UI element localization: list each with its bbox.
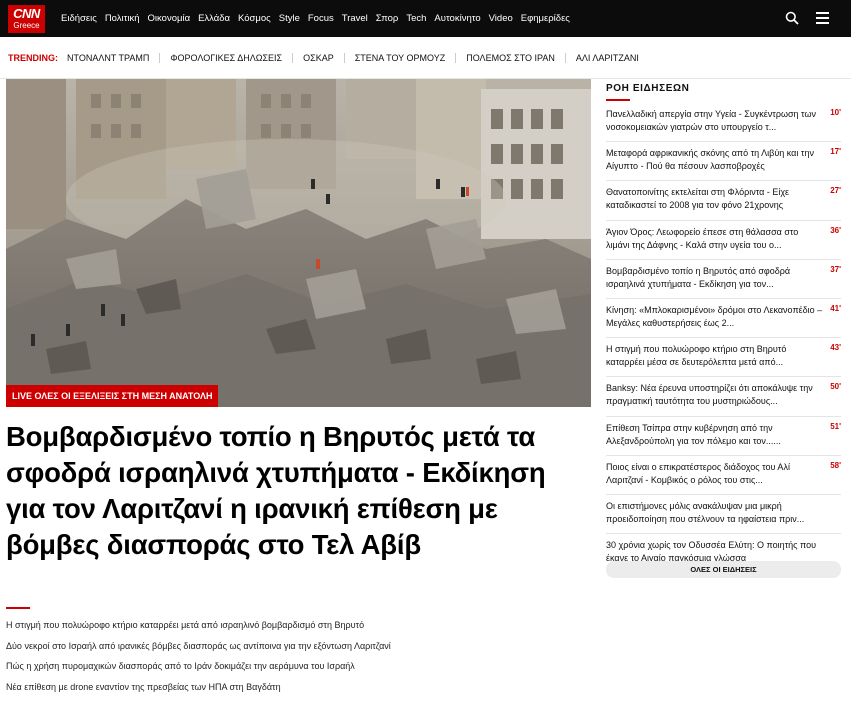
nav-item-focus[interactable]: Focus (308, 13, 334, 24)
trending-list: ΝΤΟΝΑΛΝΤ ΤΡΑΜΠ ΦΟΡΟΛΟΓΙΚΕΣ ΔΗΛΩΣΕΙΣ ΟΣΚΑ… (67, 53, 639, 63)
news-feed-item-text: Κίνηση: «Μπλοκαρισμένοι» δρόμοι στο Λεκα… (606, 304, 823, 328)
logo-main-text: CNN (13, 6, 40, 21)
trending-item-oscars[interactable]: ΟΣΚΑΡ (303, 53, 334, 63)
trending-divider (455, 53, 457, 63)
trending-divider (292, 53, 294, 63)
all-news-button[interactable]: ΟΛΕΣ ΟΙ ΕΙΔΗΣΕΙΣ (606, 561, 841, 578)
news-feed-item-time: 58' (830, 460, 841, 470)
news-feed-item[interactable]: Οι επιστήμονες μόλις ανακάλυψαν μια μικρ… (606, 495, 841, 535)
live-updates-badge[interactable]: LIVE ΟΛΕΣ ΟΙ ΕΞΕΛΙΞΕΙΣ ΣΤΗ ΜΕΣΗ ΑΝΑΤΟΛΗ (6, 385, 219, 407)
trending-divider (159, 53, 161, 63)
trending-divider (343, 53, 345, 63)
news-feed-item[interactable]: Κίνηση: «Μπλοκαρισμένοι» δρόμοι στο Λεκα… (606, 299, 841, 339)
nav-item-kosmos[interactable]: Κόσμος (238, 13, 271, 24)
news-feed-list: Πανελλαδική απεργία στην Υγεία - Συγκέντ… (606, 103, 841, 573)
trending-item-tax-returns[interactable]: ΦΟΡΟΛΟΓΙΚΕΣ ΔΗΛΩΣΕΙΣ (170, 53, 282, 63)
nav-item-oikonomia[interactable]: Οικονομία (148, 13, 191, 24)
nav-item-ellada[interactable]: Ελλάδα (198, 13, 230, 24)
headline-accent-rule (6, 607, 30, 609)
nav-item-politiki[interactable]: Πολιτική (105, 13, 140, 24)
news-feed-item-time: 36' (830, 225, 841, 235)
nav-item-eidiseis[interactable]: Ειδήσεις (61, 13, 97, 24)
news-feed-item[interactable]: Πανελλαδική απεργία στην Υγεία - Συγκέντ… (606, 103, 841, 143)
trending-item-iran-war[interactable]: ΠΟΛΕΜΟΣ ΣΤΟ ΙΡΑΝ (466, 53, 555, 63)
news-feed-item-text: Άγιον Όρος: Λεωφορείο έπεσε στη θάλασσα … (606, 226, 799, 250)
news-feed-item-time: 17' (830, 147, 841, 157)
nav-item-spor[interactable]: Σπορ (376, 13, 399, 24)
news-feed-item-time: 41' (830, 303, 841, 313)
news-feed-item-time: 43' (830, 343, 841, 353)
news-feed-item[interactable]: Ποιος είναι ο επικρατέστερος διάδοχος το… (606, 456, 841, 495)
trending-item-larijani[interactable]: ΑΛΙ ΛΑΡΙΤΖΑΝΙ (576, 53, 639, 63)
news-feed-item-text: Θανατοποινίτης εκτελείται στη Φλόριντα -… (606, 187, 790, 211)
news-feed-item-time: 50' (830, 382, 841, 392)
nav-item-style[interactable]: Style (279, 13, 300, 24)
news-feed-item[interactable]: Επίθεση Τσίπρα στην κυβέρνηση από την Αλ… (606, 417, 841, 456)
news-feed-item-text: Ποιος είναι ο επικρατέστερος διάδοχος το… (606, 461, 790, 485)
nav-item-video[interactable]: Video (489, 13, 513, 24)
nav-item-travel[interactable]: Travel (342, 13, 368, 24)
cnn-greece-logo[interactable]: CNN Greece (8, 5, 45, 33)
trending-item-hormuz[interactable]: ΣΤΕΝΑ ΤΟΥ ΟΡΜΟΥΖ (355, 53, 446, 63)
news-feed-title: ΡΟΗ ΕΙΔΗΣΕΩΝ (606, 83, 690, 94)
hamburger-menu-icon[interactable] (816, 12, 829, 24)
news-feed-item[interactable]: Banksy: Νέα έρευνα υποστηρίζει ότι αποκά… (606, 377, 841, 417)
related-link[interactable]: Η στιγμή που πολυώροφο κτήριο καταρρέει … (6, 619, 591, 640)
trending-item-trump[interactable]: ΝΤΟΝΑΛΝΤ ΤΡΑΜΠ (67, 53, 149, 63)
related-link[interactable]: Νέα επίθεση με drone εναντίον της πρεσβε… (6, 681, 591, 702)
news-feed-item-text: Μεταφορά αφρικανικής σκόνης από τη Λιβύη… (606, 148, 814, 172)
news-feed-item[interactable]: Θανατοποινίτης εκτελείται στη Φλόριντα -… (606, 181, 841, 221)
related-link[interactable]: Δύο νεκροί στο Ισραήλ από ιρανικές βόμβε… (6, 640, 591, 661)
news-feed-item-text: Banksy: Νέα έρευνα υποστηρίζει ότι αποκά… (606, 383, 813, 407)
trending-bar: TRENDING: ΝΤΟΝΑΛΝΤ ΤΡΑΜΠ ΦΟΡΟΛΟΓΙΚΕΣ ΔΗΛ… (0, 37, 851, 79)
search-icon[interactable] (785, 11, 799, 25)
news-feed-item-text: Οι επιστήμονες μόλις ανακάλυψαν μια μικρ… (606, 500, 805, 524)
news-feed-item-text: Πανελλαδική απεργία στην Υγεία - Συγκέντ… (606, 109, 816, 132)
news-feed-item-time: 51' (830, 421, 841, 431)
logo-sub-text: Greece (13, 21, 40, 30)
section-nav: Ειδήσεις Πολιτική Οικονομία Ελλάδα Κόσμο… (61, 0, 570, 37)
news-feed-item[interactable]: Μεταφορά αφρικανικής σκόνης από τη Λιβύη… (606, 142, 841, 182)
news-feed-item[interactable]: Βομβαρδισμένο τοπίο η Βηρυτός από σφοδρά… (606, 260, 841, 299)
trending-label: TRENDING: (8, 53, 58, 63)
related-link[interactable]: Πώς η χρήση πυρομαχικών διασποράς από το… (6, 660, 591, 681)
hero-image[interactable] (6, 79, 591, 407)
news-feed-item-time: 10' (830, 108, 841, 117)
news-feed-item-text: Βομβαρδισμένο τοπίο η Βηρυτός από σφοδρά… (606, 265, 791, 289)
news-feed-item-text: Η στιγμή που πολυώροφο κτήριο στη Βηρυτό… (606, 344, 787, 368)
top-navigation-bar: CNN Greece Ειδήσεις Πολιτική Οικονομία Ε… (0, 0, 851, 37)
related-links: Η στιγμή που πολυώροφο κτήριο καταρρέει … (6, 619, 591, 701)
news-feed-item[interactable]: Η στιγμή που πολυώροφο κτήριο στη Βηρυτό… (606, 338, 841, 378)
nav-item-efimerides[interactable]: Εφημερίδες (521, 13, 570, 24)
nav-item-aftokinito[interactable]: Αυτοκίνητο (434, 13, 480, 24)
news-feed-item-time: 27' (830, 186, 841, 196)
news-feed-accent-rule (606, 99, 630, 101)
news-feed-item[interactable]: Άγιον Όρος: Λεωφορείο έπεσε στη θάλασσα … (606, 221, 841, 260)
nav-item-tech[interactable]: Tech (406, 13, 426, 24)
main-headline[interactable]: Βομβαρδισμένο τοπίο η Βηρυτός μετά τα σφ… (6, 419, 591, 563)
destroyed-buildings-photo (6, 79, 591, 407)
news-feed-item-time: 37' (830, 264, 841, 274)
trending-divider (564, 53, 566, 63)
news-feed-item-text: Επίθεση Τσίπρα στην κυβέρνηση από την Αλ… (606, 422, 781, 446)
